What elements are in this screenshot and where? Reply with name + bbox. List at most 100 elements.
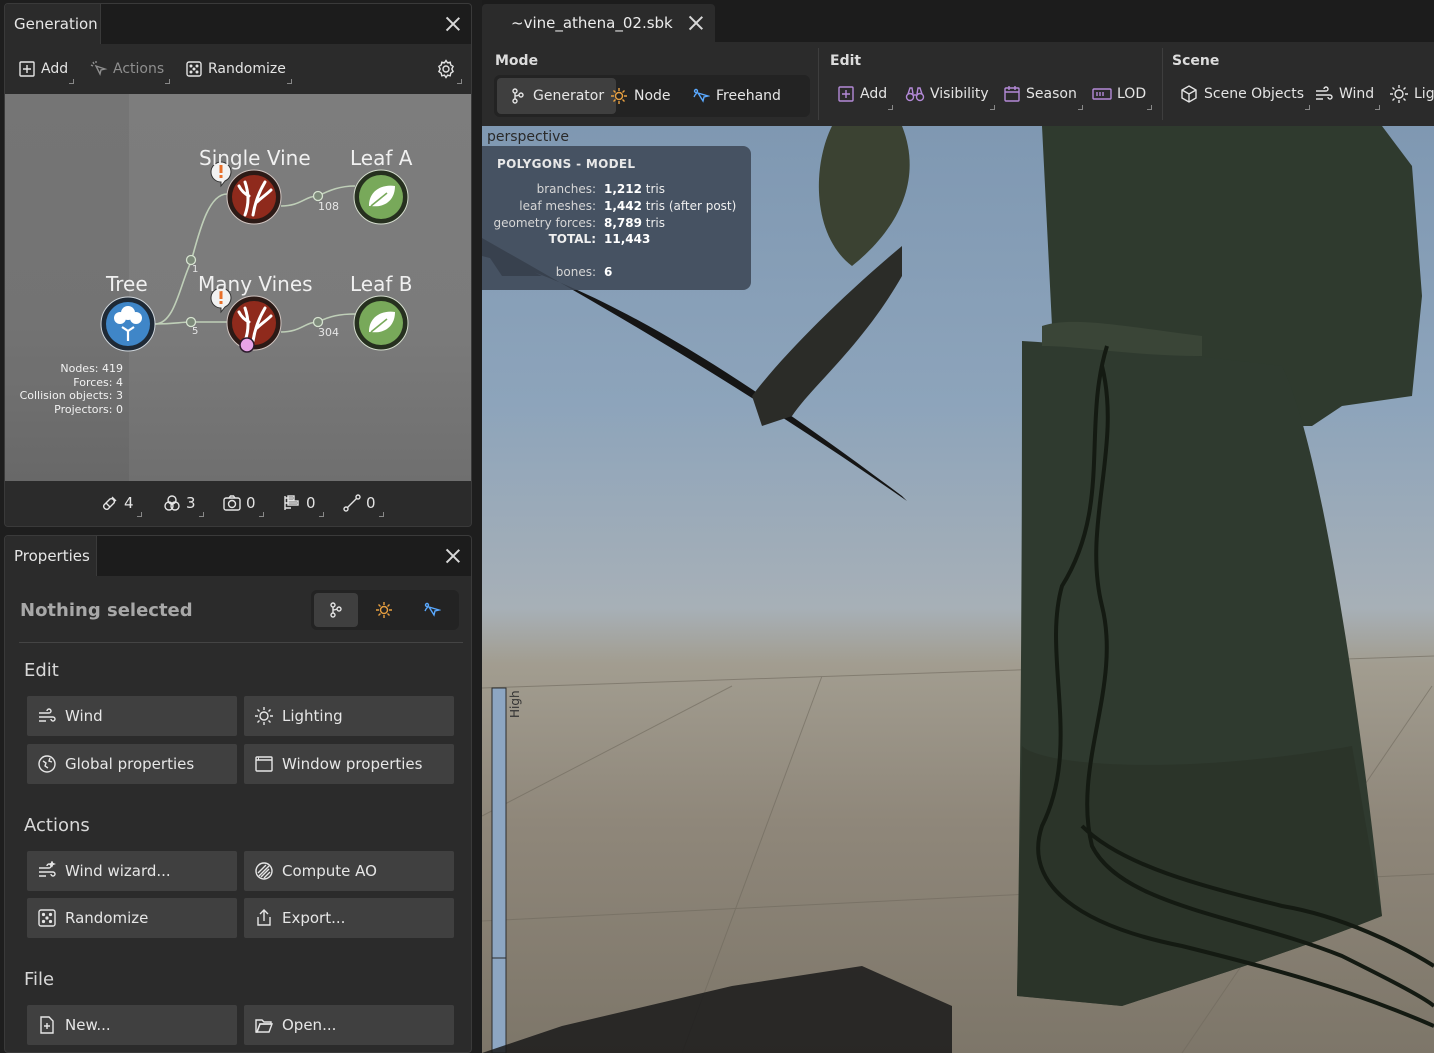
generation-panel: Generation Add Actions Randomize Single …: [4, 3, 472, 527]
viewport-add-button[interactable]: Add: [837, 82, 894, 110]
node-label-many-vines: Many Vines: [198, 272, 313, 296]
layers-count-value: 0: [306, 494, 316, 512]
lighting-button[interactable]: Lighting: [244, 696, 454, 736]
tab-document[interactable]: ~vine_athena_02.sbk: [482, 4, 715, 42]
viewport-panel: ~vine_athena_02.sbk Mode Generator Node …: [482, 0, 1434, 1053]
actions-label: Actions: [113, 61, 165, 77]
collision-count-value: 3: [186, 494, 196, 512]
calendar-icon: [1004, 86, 1020, 102]
tree-node[interactable]: [100, 296, 156, 352]
wind-icon: [39, 708, 56, 722]
property-mode-selector: [311, 590, 459, 630]
sun-icon: [1390, 85, 1408, 103]
settings-button[interactable]: [436, 57, 462, 84]
scene-group-label: Scene: [1172, 53, 1220, 69]
window-properties-button[interactable]: Window properties: [244, 744, 454, 784]
close-icon[interactable]: [443, 14, 463, 34]
actions-button[interactable]: Actions: [90, 57, 171, 84]
tab-properties[interactable]: Properties: [5, 536, 97, 576]
randomize-label: Randomize: [208, 61, 286, 77]
freehand-mode-tab[interactable]: Freehand: [680, 78, 793, 114]
scene-objects-label: Scene Objects: [1204, 86, 1305, 102]
node-mode-tab[interactable]: Node: [598, 78, 683, 114]
scene-lighting-button[interactable]: Lig: [1389, 82, 1434, 106]
lod-label: LOD: [1117, 86, 1147, 102]
tab-generation[interactable]: Generation: [5, 4, 101, 44]
stat-unit: tris (after post): [645, 199, 737, 213]
stat-projectors: Projectors: 0: [54, 402, 123, 416]
collision-count[interactable]: 3: [162, 493, 203, 517]
height-gauge-label: High: [508, 690, 522, 718]
node-label-tree: Tree: [106, 272, 148, 296]
new-file-button[interactable]: New...: [27, 1005, 237, 1045]
close-icon[interactable]: [686, 13, 706, 33]
export-button[interactable]: Export...: [244, 898, 454, 938]
close-icon[interactable]: [443, 546, 463, 566]
node-icon: [376, 602, 392, 618]
window-icon: [255, 756, 273, 772]
wind-wizard-icon: [39, 861, 56, 877]
node-graph-canvas[interactable]: Single Vine Leaf A Tree Many Vines Leaf …: [5, 94, 471, 481]
stats-title: POLYGONS - MODEL: [497, 157, 636, 171]
node-mode-button[interactable]: [362, 593, 406, 627]
layers-count[interactable]: 0: [282, 493, 323, 517]
leaf-a-node[interactable]: [353, 169, 409, 225]
freehand-icon: [424, 602, 441, 617]
scene-wind-label: Wind: [1339, 86, 1375, 102]
wind-button[interactable]: Wind: [27, 696, 237, 736]
binoculars-icon: [905, 87, 925, 102]
projectors-count-value: 0: [246, 494, 256, 512]
add-label: Add: [41, 61, 69, 77]
wind-wizard-button[interactable]: Wind wizard...: [27, 851, 237, 891]
height-gauge: [491, 687, 507, 959]
global-properties-button[interactable]: Global properties: [27, 744, 237, 784]
generation-toolbar: Add Actions Randomize: [5, 44, 471, 94]
season-button[interactable]: Season: [1003, 82, 1083, 110]
export-icon: [257, 909, 271, 926]
stat-value: 6: [604, 265, 613, 279]
freehand-mode-button[interactable]: [410, 593, 454, 627]
layers-icon: [284, 495, 299, 510]
selection-header: Nothing selected: [5, 576, 471, 642]
viewport-camera-label[interactable]: perspective: [487, 129, 569, 145]
projectors-count[interactable]: 0: [222, 493, 263, 517]
node-label-leaf-a: Leaf A: [350, 146, 413, 170]
window-properties-label: Window properties: [282, 755, 423, 773]
node-icon: [611, 88, 627, 104]
visibility-button[interactable]: Visibility: [905, 82, 995, 110]
freehand-mode-label: Freehand: [716, 88, 781, 104]
stat-key: bones:: [555, 265, 596, 279]
sun-icon: [255, 707, 273, 725]
randomize-action-button[interactable]: Randomize: [27, 898, 237, 938]
randomize-button[interactable]: Randomize: [185, 57, 292, 84]
polygon-stats-overlay: POLYGONS - MODEL branches: 1,212 tris le…: [482, 146, 751, 290]
open-file-button[interactable]: Open...: [244, 1005, 454, 1045]
randomize-action-label: Randomize: [65, 909, 149, 927]
edge-count-5: 5: [192, 326, 199, 337]
forces-count[interactable]: 4: [100, 493, 141, 517]
generation-tabbar: Generation: [5, 4, 471, 44]
leaf-b-node[interactable]: [353, 295, 409, 351]
visibility-label: Visibility: [930, 86, 989, 102]
toolbar-separator: [818, 48, 819, 120]
lighting-button-label: Lighting: [282, 707, 343, 725]
mode-group-label: Mode: [495, 53, 539, 69]
magnet-icon: [103, 496, 117, 510]
scene-wind-button[interactable]: Wind: [1314, 82, 1381, 110]
add-button[interactable]: Add: [18, 57, 75, 84]
actions-icon: [90, 61, 108, 77]
generator-mode-button[interactable]: [314, 593, 358, 627]
stat-forces: Forces: 4: [73, 375, 123, 389]
paths-count[interactable]: 0: [342, 493, 383, 517]
lod-button[interactable]: LOD: [1092, 82, 1153, 110]
mode-selector: Generator Node Freehand: [494, 75, 810, 117]
scene-objects-button[interactable]: Scene Objects: [1179, 82, 1311, 110]
stat-key: TOTAL:: [548, 232, 596, 246]
3d-viewport[interactable]: perspective High POLYGONS - MODEL branch…: [482, 126, 1434, 1053]
stat-key: geometry forces:: [493, 216, 596, 230]
node-label-single-vine: Single Vine: [199, 146, 311, 170]
many-vines-node[interactable]: [226, 295, 282, 353]
single-vine-node[interactable]: [226, 169, 282, 225]
compute-ao-button[interactable]: Compute AO: [244, 851, 454, 891]
folder-open-icon: [255, 1019, 274, 1033]
